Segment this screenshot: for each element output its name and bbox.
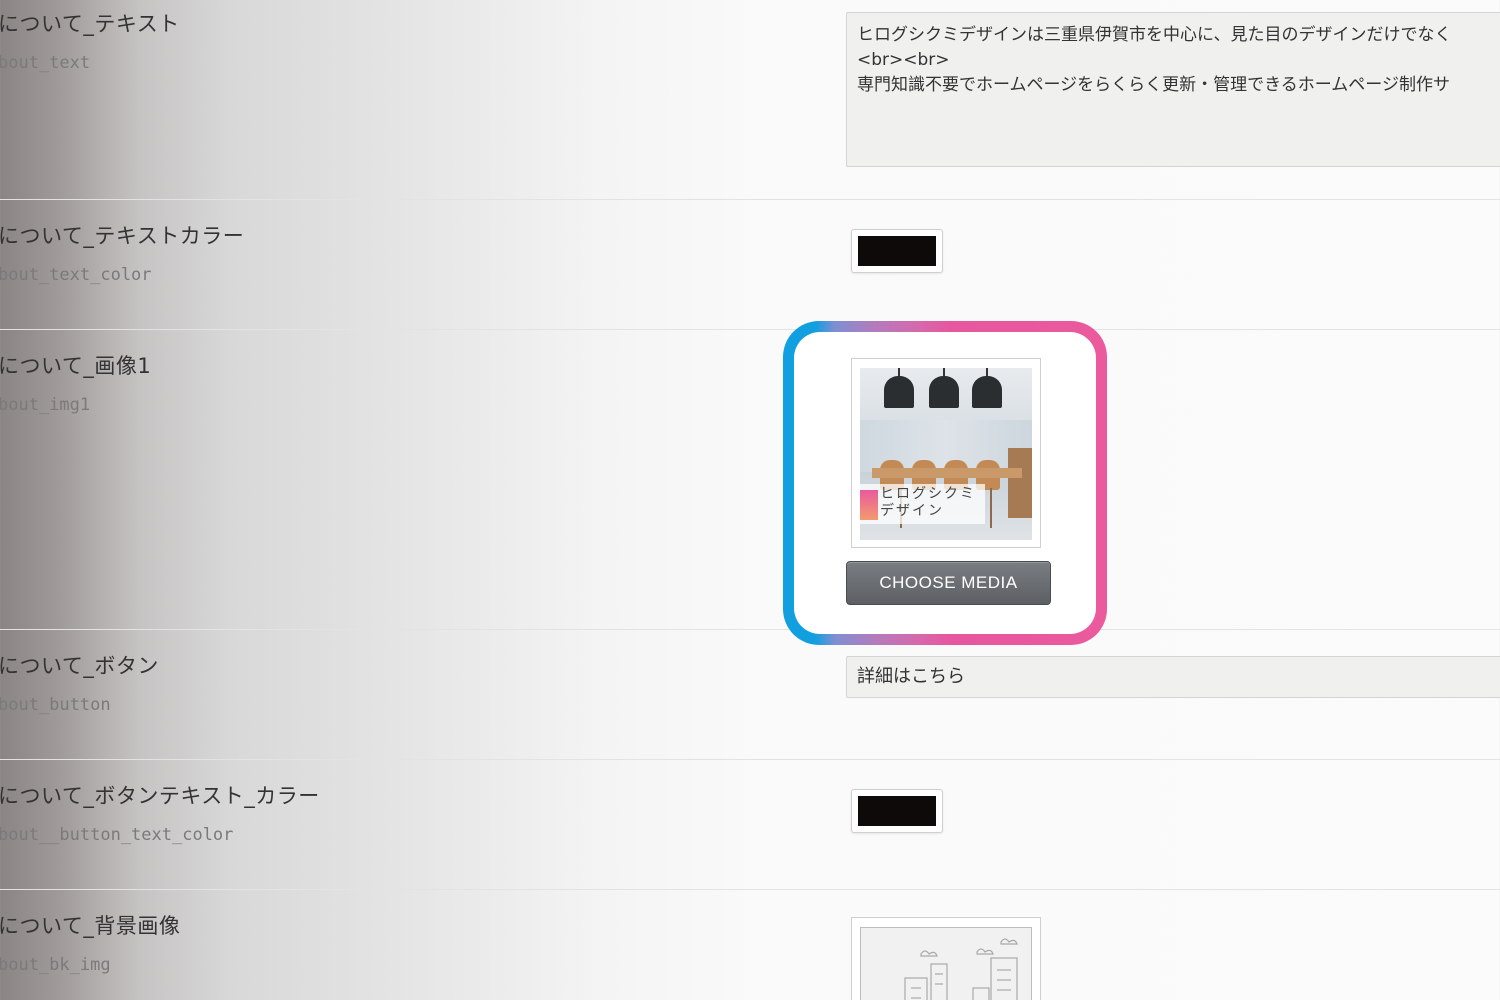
field-key: bout_button [0,695,111,715]
caption-line: ヒログシクミ [880,486,976,502]
color-swatch-fill [858,236,936,266]
field-row-about-img1: について_画像1 bout_img1 [0,330,1500,630]
photo-shelf [1008,448,1032,518]
thumbnail-photo: ヒログシクミ デザイン [860,368,1032,540]
field-key: bout__button_text_color [0,825,234,845]
table-leg [990,488,992,528]
field-label: について_ボタンテキスト_カラー [0,784,320,808]
city-illustration-icon [904,938,1018,1000]
pendant-lamp-icon [927,368,961,410]
field-row-about-text-color: について_テキストカラー bout_text_color [0,200,1500,330]
field-key: bout_text_color [0,265,152,285]
thumbnail-caption-text: ヒログシクミ デザイン [880,486,976,520]
photo-table [872,468,1022,478]
field-row-about-button: について_ボタン bout_button 詳細はこちら [0,630,1500,760]
button-text-color-picker[interactable] [851,789,943,833]
field-row-about-text: について_テキスト bout_text ヒログシクミデザインは三重県伊賀市を中心… [0,0,1500,200]
button-text-input[interactable]: 詳細はこちら [846,656,1500,698]
field-key: bout_text [0,53,91,73]
text-color-picker[interactable] [851,229,943,273]
field-label: について_背景画像 [0,914,181,938]
field-label: について_テキストカラー [0,224,245,248]
background-image-thumbnail[interactable] [851,917,1041,1000]
textarea-line: 専門知識不要でホームページをらくらく更新・管理できるホームページ制作サ [857,75,1450,95]
about-text-textarea[interactable]: ヒログシクミデザインは三重県伊賀市を中心に、見た目のデザインだけでなく <br>… [846,12,1500,167]
pendant-lamp-icon [882,368,916,410]
thumbnail-caption: ヒログシクミ デザイン [860,484,985,524]
field-label: について_ボタン [0,654,159,678]
color-swatch-fill [858,796,936,826]
textarea-line: ヒログシクミデザインは三重県伊賀市を中心に、見た目のデザインだけでなく [857,25,1452,45]
field-row-about-button-text-color: について_ボタンテキスト_カラー bout__button_text_color [0,760,1500,890]
caption-line: デザイン [880,503,944,519]
field-key: bout_img1 [0,395,91,415]
brand-logo-icon [860,490,878,520]
background-image-frame [860,927,1032,1000]
field-label: について_画像1 [0,354,152,378]
textarea-line: <br><br> [857,50,950,70]
image-thumbnail[interactable]: ヒログシクミ デザイン [851,358,1041,548]
field-row-about-bk-img: について_背景画像 bout_bk_img [0,890,1500,1000]
pendant-lamp-icon [970,368,1004,410]
choose-media-button[interactable]: CHOOSE MEDIA [846,561,1051,605]
field-key: bout_bk_img [0,955,111,975]
field-label: について_テキスト [0,12,180,36]
